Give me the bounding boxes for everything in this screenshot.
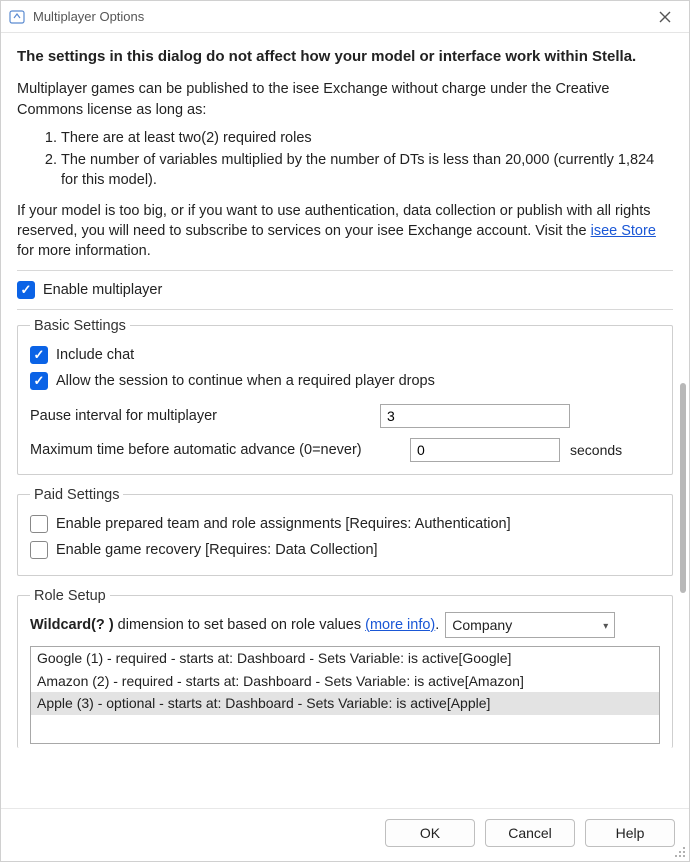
scrollbar[interactable] xyxy=(679,383,687,603)
pause-interval-input[interactable] xyxy=(380,404,570,428)
seconds-label: seconds xyxy=(570,442,622,458)
role-setup-legend: Role Setup xyxy=(30,588,110,604)
requirements-list: There are at least two(2) required roles… xyxy=(41,128,673,191)
intro-paragraph-1: Multiplayer games can be published to th… xyxy=(17,79,673,120)
prepared-assignments-checkbox[interactable] xyxy=(30,515,48,533)
ok-button[interactable]: OK xyxy=(385,819,475,847)
pause-interval-row: Pause interval for multiplayer xyxy=(30,404,660,428)
paid-settings-group: Paid Settings Enable prepared team and r… xyxy=(17,487,673,576)
enable-multiplayer-label: Enable multiplayer xyxy=(43,282,162,298)
wildcard-text: dimension to set based on role values xyxy=(114,617,365,633)
allow-continue-checkbox[interactable] xyxy=(30,372,48,390)
role-item[interactable]: Apple (3) - optional - starts at: Dashbo… xyxy=(31,692,659,715)
help-button[interactable]: Help xyxy=(585,819,675,847)
role-item[interactable]: Google (1) - required - starts at: Dashb… xyxy=(31,647,659,670)
allow-continue-row: Allow the session to continue when a req… xyxy=(30,368,660,394)
game-recovery-checkbox[interactable] xyxy=(30,541,48,559)
intro-paragraph-2: If your model is too big, or if you want… xyxy=(17,201,673,262)
game-recovery-row: Enable game recovery [Requires: Data Col… xyxy=(30,537,660,563)
titlebar: Multiplayer Options xyxy=(1,1,689,33)
basic-settings-legend: Basic Settings xyxy=(30,318,130,334)
paid-settings-legend: Paid Settings xyxy=(30,487,123,503)
scrollbar-thumb[interactable] xyxy=(680,383,686,593)
allow-continue-label: Allow the session to continue when a req… xyxy=(56,373,435,389)
role-list[interactable]: Google (1) - required - starts at: Dashb… xyxy=(30,646,660,744)
select-value: Company xyxy=(452,617,512,633)
enable-multiplayer-row: Enable multiplayer xyxy=(17,271,673,309)
role-item[interactable]: Amazon (2) - required - starts at: Dashb… xyxy=(31,670,659,693)
more-info-link[interactable]: (more info) xyxy=(365,617,435,633)
resize-grip-icon[interactable] xyxy=(674,846,688,860)
pause-interval-label: Pause interval for multiplayer xyxy=(30,408,370,424)
include-chat-checkbox[interactable] xyxy=(30,346,48,364)
wildcard-period: . xyxy=(435,617,439,633)
include-chat-row: Include chat xyxy=(30,342,660,368)
role-setup-group: Role Setup Wildcard(? ) dimension to set… xyxy=(17,588,673,748)
button-bar: OK Cancel Help xyxy=(1,808,689,861)
wildcard-dimension-select[interactable]: Company ▾ xyxy=(445,612,615,638)
isee-store-link[interactable]: isee Store xyxy=(591,223,656,239)
wildcard-bold: Wildcard(? ) xyxy=(30,617,114,633)
close-icon xyxy=(659,11,671,23)
window-title: Multiplayer Options xyxy=(33,9,649,24)
prepared-assignments-row: Enable prepared team and role assignment… xyxy=(30,511,660,537)
maxtime-label: Maximum time before automatic advance (0… xyxy=(30,442,400,458)
dialog-window: Multiplayer Options The settings in this… xyxy=(0,0,690,862)
intro-p2-a: If your model is too big, or if you want… xyxy=(17,203,651,239)
requirement-item-1: There are at least two(2) required roles xyxy=(61,128,673,148)
chevron-down-icon: ▾ xyxy=(603,621,608,632)
dialog-content: The settings in this dialog do not affec… xyxy=(1,33,689,808)
intro-p2-b: for more information. xyxy=(17,243,151,259)
maxtime-input[interactable] xyxy=(410,438,560,462)
intro-bold-text: The settings in this dialog do not affec… xyxy=(17,47,673,67)
game-recovery-label: Enable game recovery [Requires: Data Col… xyxy=(56,542,378,558)
app-icon xyxy=(9,9,25,25)
wildcard-row: Wildcard(? ) dimension to set based on r… xyxy=(30,612,660,638)
basic-settings-group: Basic Settings Include chat Allow the se… xyxy=(17,318,673,475)
prepared-assignments-label: Enable prepared team and role assignment… xyxy=(56,516,511,532)
include-chat-label: Include chat xyxy=(56,347,134,363)
enable-multiplayer-checkbox[interactable] xyxy=(17,281,35,299)
maxtime-row: Maximum time before automatic advance (0… xyxy=(30,438,660,462)
requirement-item-2: The number of variables multiplied by th… xyxy=(61,150,673,191)
close-button[interactable] xyxy=(649,5,681,29)
cancel-button[interactable]: Cancel xyxy=(485,819,575,847)
